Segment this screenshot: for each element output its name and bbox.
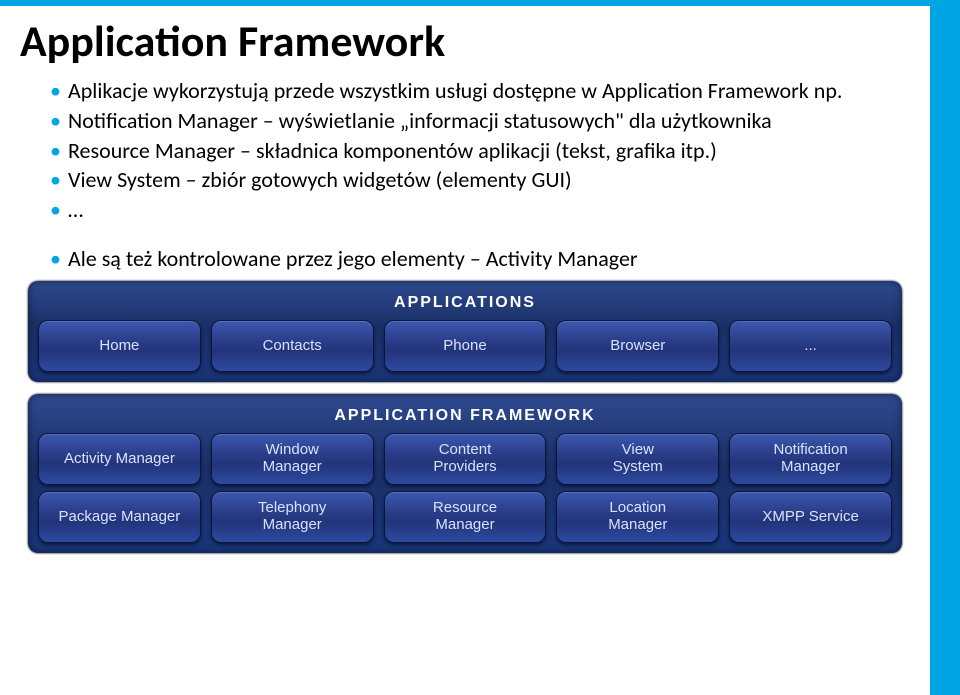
bullet-item: Notification Manager – wyświetlanie „inf… [50, 108, 910, 135]
layer-title: Applications [38, 289, 892, 314]
block-notification-manager: Notification Manager [729, 433, 892, 485]
block-package-manager: Package Manager [38, 491, 201, 543]
page-title: Application Framework [20, 14, 910, 68]
accent-right-stripe [930, 0, 960, 695]
block-browser: Browser [556, 320, 719, 372]
bullet-item: … [50, 197, 910, 224]
block-telephony-manager: Telephony Manager [211, 491, 374, 543]
layer-row: Home Contacts Phone Browser ... [38, 320, 892, 372]
bullet-item: Aplikacje wykorzystują przede wszystkim … [50, 78, 910, 105]
block-view-system: View System [556, 433, 719, 485]
slide-content: Application Framework Aplikacje wykorzys… [0, 6, 930, 695]
block-xmpp-service: XMPP Service [729, 491, 892, 543]
block-home: Home [38, 320, 201, 372]
layer-row: Activity Manager Window Manager Content … [38, 433, 892, 485]
architecture-diagram: Applications Home Contacts Phone Browser… [28, 281, 902, 553]
block-more: ... [729, 320, 892, 372]
layer-application-framework: Application Framework Activity Manager W… [28, 394, 902, 553]
block-content-providers: Content Providers [384, 433, 547, 485]
block-phone: Phone [384, 320, 547, 372]
bullet-list-top: Aplikacje wykorzystują przede wszystkim … [50, 78, 910, 224]
bullet-list-bottom: Ale są też kontrolowane przez jego eleme… [50, 246, 910, 273]
layer-row: Package Manager Telephony Manager Resour… [38, 491, 892, 543]
bullet-item: View System – zbiór gotowych widgetów (e… [50, 167, 910, 194]
block-activity-manager: Activity Manager [38, 433, 201, 485]
block-contacts: Contacts [211, 320, 374, 372]
block-location-manager: Location Manager [556, 491, 719, 543]
layer-title: Application Framework [38, 402, 892, 427]
block-window-manager: Window Manager [211, 433, 374, 485]
layer-applications: Applications Home Contacts Phone Browser… [28, 281, 902, 382]
bullet-item: Ale są też kontrolowane przez jego eleme… [50, 246, 910, 273]
bullet-item: Resource Manager – składnica komponentów… [50, 138, 910, 165]
block-resource-manager: Resource Manager [384, 491, 547, 543]
